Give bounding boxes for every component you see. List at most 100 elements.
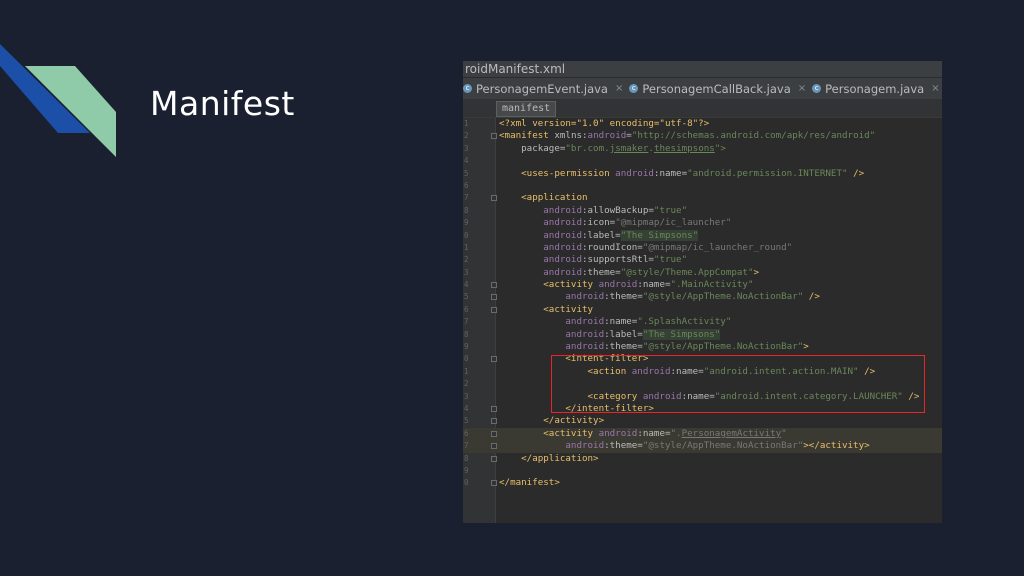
slide-title: Manifest (150, 84, 295, 123)
line-number: 4 (464, 280, 469, 290)
code-line: 9 android:icon="@mipmap/ic_launcher" (463, 217, 942, 229)
code-token: :label= (581, 229, 621, 241)
fold-marker-icon[interactable] (491, 405, 497, 412)
editor-tab[interactable]: c PersonagemEvent.java × (463, 78, 629, 99)
code-token: "true" (653, 254, 688, 266)
code-token: :roundIcon= (581, 241, 643, 253)
code-token: :name= (637, 427, 671, 439)
line-number: 3 (464, 391, 469, 401)
close-icon[interactable]: × (798, 83, 806, 94)
code-text: android:theme="@style/AppTheme.NoActionB… (499, 440, 869, 452)
code-token: android (499, 341, 605, 353)
code-token: android (587, 130, 627, 142)
code-token: :theme= (604, 291, 643, 303)
line-number: 2 (464, 255, 469, 265)
code-line: 5 android:theme="@style/AppTheme.NoActio… (463, 291, 942, 303)
fold-marker-icon[interactable] (491, 133, 497, 140)
fold-marker-icon[interactable] (491, 430, 497, 437)
line-number: 4 (464, 156, 469, 166)
code-line: 7 android:name=".SplashActivity" (463, 316, 942, 328)
ide-screenshot: roidManifest.xml c PersonagemEvent.java × c… (463, 61, 942, 523)
fold-marker-icon[interactable] (491, 480, 497, 487)
stripe-light-green (25, 66, 116, 157)
line-number: 7 (464, 441, 469, 451)
code-token: <activity (499, 427, 599, 439)
fold-marker-icon[interactable] (491, 356, 497, 363)
code-token: "true" (653, 204, 688, 216)
fold-marker-icon[interactable] (491, 306, 497, 313)
code-token: android (499, 204, 582, 216)
code-line: 6 (463, 180, 942, 192)
code-token: android (598, 427, 638, 439)
fold-marker-icon[interactable] (491, 282, 497, 289)
editor-tab-label: Personagem.java (825, 81, 925, 96)
code-line: 5 <uses-permission android:name="android… (463, 168, 942, 180)
fold-marker-icon[interactable] (491, 418, 497, 425)
code-text: package="br.com.jsmaker.thesimpsons"> (499, 143, 726, 155)
code-token: "@style/AppTheme.NoActionBar" (642, 440, 804, 452)
code-token: :name= (604, 316, 638, 328)
file-title: roidManifest.xml (463, 61, 942, 77)
code-text: </manifest> (499, 477, 560, 489)
line-number: 1 (464, 119, 469, 128)
fold-marker-icon[interactable] (491, 195, 497, 202)
line-number: 6 (464, 180, 469, 190)
code-editor[interactable]: 1 <?xml version="1.0" encoding="utf-8"?> 2… (463, 118, 942, 490)
code-token: > (753, 266, 760, 278)
code-text: android:roundIcon="@mipmap/ic_launcher_r… (499, 242, 792, 254)
code-line: 6 <activity android:name=".PersonagemAct… (463, 427, 942, 441)
code-token: " (781, 427, 787, 439)
code-token: android (499, 440, 605, 452)
code-token: "br.com. (565, 142, 610, 154)
line-number: 1 (464, 366, 469, 376)
code-token: android (499, 229, 582, 241)
breadcrumb-manifest[interactable]: manifest (496, 101, 557, 117)
code-line: 0 android:label="The Simpsons" (463, 229, 942, 242)
intent-filter-highlight-box (551, 355, 925, 413)
line-number: 6 (464, 428, 469, 438)
code-token: :supportsRtl= (581, 254, 654, 266)
line-number: 6 (464, 304, 469, 314)
code-text: <?xml version="1.0" encoding="utf-8"?> (499, 118, 709, 130)
code-token: thesimpsons (653, 142, 715, 154)
code-token: /> (847, 167, 865, 179)
code-token: android (499, 316, 605, 328)
line-number: 3 (464, 267, 469, 277)
code-token: <uses-permission (499, 167, 616, 179)
line-number: 0 (464, 230, 469, 240)
code-token: <activity (499, 279, 599, 291)
code-text: android:supportsRtl="true" (499, 254, 687, 266)
fold-marker-icon[interactable] (491, 443, 497, 450)
line-number: 0 (464, 354, 469, 364)
code-token: :theme= (581, 266, 621, 278)
class-c-icon: c (463, 84, 472, 93)
code-text: <application (499, 192, 587, 204)
code-token: /> (803, 291, 820, 303)
code-text: </activity> (499, 415, 604, 427)
code-line: 1 <?xml version="1.0" encoding="utf-8"?> (463, 118, 942, 130)
editor-tab-bar: c PersonagemEvent.java × c PersonagemCallBac… (463, 78, 942, 100)
line-number: 5 (464, 168, 469, 178)
code-token: android (499, 328, 605, 340)
code-line: 2 android:supportsRtl="true" (463, 254, 942, 266)
decorative-stripes (0, 44, 116, 157)
close-icon[interactable]: × (615, 83, 623, 94)
code-text: android:theme="@style/Theme.AppCompat"> (499, 267, 759, 279)
code-token: ".SplashActivity" (637, 316, 732, 328)
line-number: 1 (464, 242, 469, 252)
code-token: :label= (604, 328, 643, 340)
editor-tab[interactable]: c Personagem.java × (812, 78, 942, 99)
code-token: "@style/AppTheme.NoActionBar" (642, 291, 804, 303)
code-token: jsmaker (609, 142, 649, 154)
line-number: 7 (464, 193, 469, 203)
close-icon[interactable]: × (931, 83, 939, 94)
code-token: :name= (653, 167, 688, 179)
line-number: 7 (464, 317, 469, 327)
code-token: android (499, 254, 582, 266)
line-number: 0 (464, 478, 469, 488)
editor-tab[interactable]: c PersonagemCallBack.java × (629, 78, 812, 99)
breadcrumb: manifest (463, 100, 942, 118)
line-number: 2 (464, 379, 469, 389)
fold-marker-icon[interactable] (491, 455, 497, 462)
fold-marker-icon[interactable] (491, 294, 497, 301)
